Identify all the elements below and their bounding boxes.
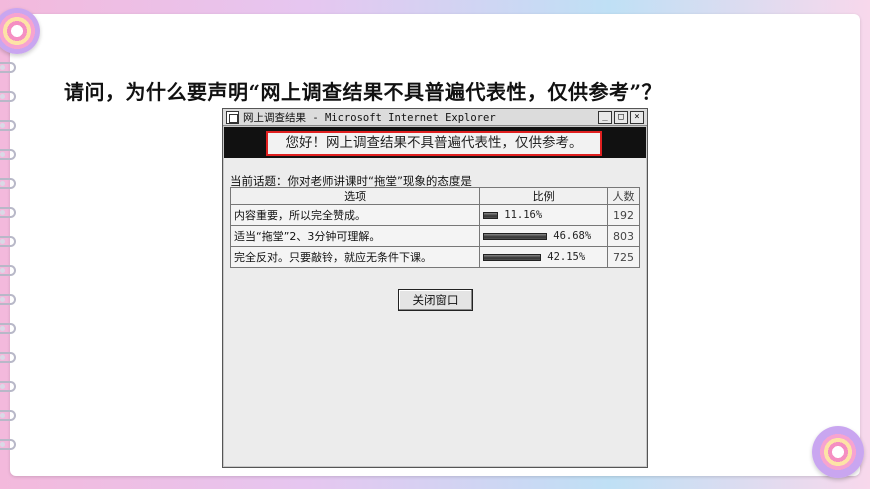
poll-results-table: 选项 比例 人数 内容重要，所以完全赞成。 11.16% 192 适当“拖堂”2… bbox=[229, 187, 640, 268]
binder-ring bbox=[0, 207, 16, 218]
table-row: 内容重要，所以完全赞成。 11.16% 192 bbox=[229, 204, 640, 226]
binder-ring bbox=[0, 410, 16, 421]
binder-ring bbox=[0, 439, 16, 450]
close-window-action-button[interactable]: 关闭窗口 bbox=[398, 289, 473, 311]
window-title: 网上调查结果 - Microsoft Internet Explorer bbox=[243, 111, 496, 124]
binder-ring bbox=[0, 149, 16, 160]
row-percent-cell: 46.68% bbox=[479, 225, 609, 247]
notice-text: 您好！网上调查结果不具普遍代表性，仅供参考。 bbox=[266, 131, 602, 156]
binder-ring bbox=[0, 265, 16, 276]
binder-ring bbox=[0, 352, 16, 363]
percent-bar bbox=[483, 232, 548, 240]
binder-ring bbox=[0, 323, 16, 334]
window-titlebar[interactable]: 网上调查结果 - Microsoft Internet Explorer _ □… bbox=[223, 109, 647, 126]
row-percent-cell: 42.15% bbox=[479, 246, 609, 268]
binder-ring bbox=[0, 294, 16, 305]
question-text: 请问，为什么要声明“网上调查结果不具普遍代表性，仅供参考”？ bbox=[64, 80, 663, 104]
percent-label: 42.15% bbox=[547, 251, 586, 263]
row-option: 适当“拖堂”2、3分钟可理解。 bbox=[229, 225, 481, 247]
percent-bar bbox=[483, 253, 542, 261]
header-count: 人数 bbox=[607, 187, 640, 205]
maximize-button[interactable]: □ bbox=[614, 110, 628, 124]
row-percent-cell: 11.16% bbox=[479, 204, 609, 226]
window-controls: _ □ × bbox=[598, 110, 644, 124]
binder-ring bbox=[0, 120, 16, 131]
row-count: 725 bbox=[607, 246, 640, 268]
ie-window: 网上调查结果 - Microsoft Internet Explorer _ □… bbox=[222, 108, 648, 468]
row-count: 803 bbox=[607, 225, 640, 247]
row-option: 内容重要，所以完全赞成。 bbox=[229, 204, 481, 226]
percent-bar bbox=[483, 211, 499, 219]
header-option: 选项 bbox=[229, 187, 481, 205]
window-client-area: 您好！网上调查结果不具普遍代表性，仅供参考。 当前话题：你对老师讲课时“拖堂”现… bbox=[224, 127, 646, 466]
lollipop-decoration-bottom-right bbox=[812, 426, 864, 478]
table-header-row: 选项 比例 人数 bbox=[229, 187, 640, 205]
percent-label: 11.16% bbox=[504, 209, 543, 221]
table-row: 适当“拖堂”2、3分钟可理解。 46.68% 803 bbox=[229, 225, 640, 247]
binder-ring bbox=[0, 236, 16, 247]
binder-ring bbox=[0, 381, 16, 392]
ie-window-icon bbox=[226, 110, 239, 124]
binder-ring bbox=[0, 91, 16, 102]
percent-label: 46.68% bbox=[553, 230, 592, 242]
row-count: 192 bbox=[607, 204, 640, 226]
close-window-button[interactable]: × bbox=[630, 110, 644, 124]
header-percent: 比例 bbox=[479, 187, 609, 205]
row-option: 完全反对。只要敲铃，就应无条件下课。 bbox=[229, 246, 481, 268]
binder-ring bbox=[0, 178, 16, 189]
binder-ring bbox=[0, 62, 16, 73]
table-row: 完全反对。只要敲铃，就应无条件下课。 42.15% 725 bbox=[229, 246, 640, 268]
minimize-button[interactable]: _ bbox=[598, 110, 612, 124]
notice-banner: 您好！网上调查结果不具普遍代表性，仅供参考。 bbox=[224, 127, 646, 158]
